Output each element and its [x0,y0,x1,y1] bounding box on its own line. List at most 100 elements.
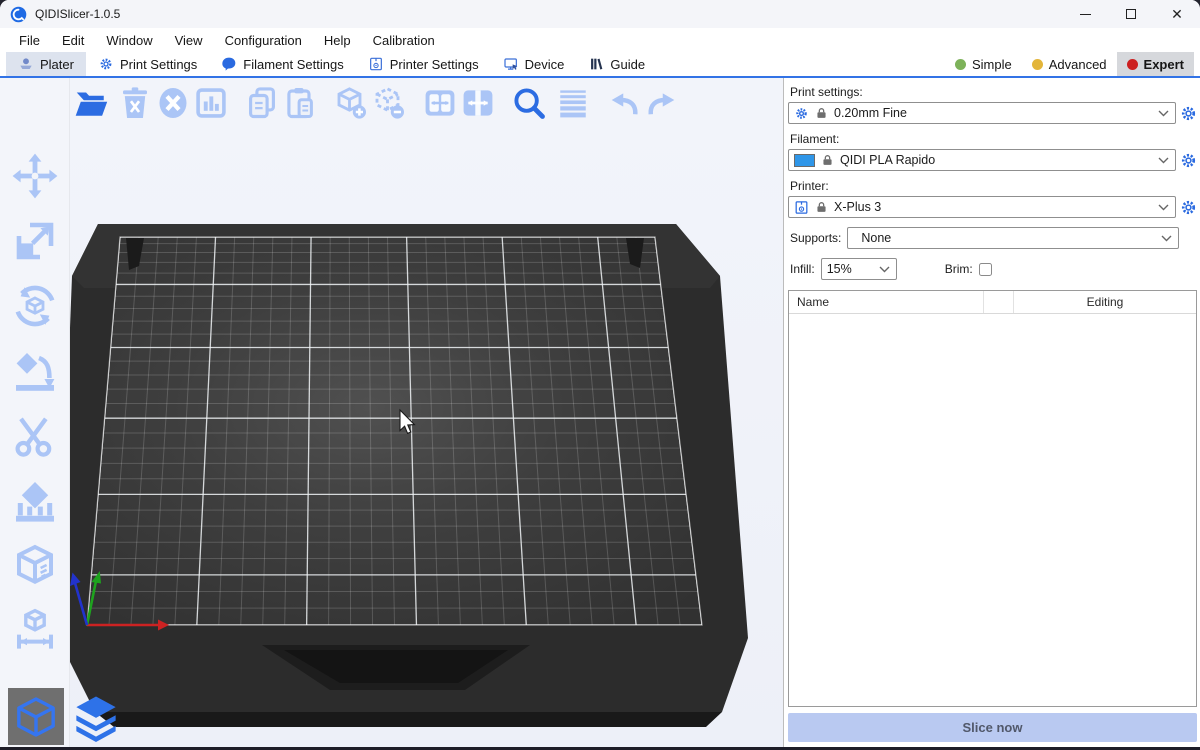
mode-label: Advanced [1049,57,1107,72]
tab-bar: Plater Print Settings Filament Settings … [0,52,1200,78]
redo-button[interactable] [643,84,681,122]
menu-file[interactable]: File [8,33,51,48]
mode-expert[interactable]: Expert [1117,52,1194,76]
tab-guide[interactable]: Guide [576,52,657,76]
column-extruder [984,291,1014,313]
object-list-body[interactable] [789,314,1196,706]
filament-combo[interactable]: QIDI PLA Rapido [788,149,1176,171]
app-window: QIDISlicer-1.0.5 ✕ File Edit Window View… [0,0,1200,750]
chevron-down-icon [1158,204,1169,211]
print-settings-label: Print settings: [790,85,1195,99]
object-list[interactable]: Name Editing [788,290,1197,707]
variable-layer-height-button[interactable] [554,84,592,122]
object-list-header: Name Editing [789,291,1196,314]
column-editing: Editing [1014,291,1196,313]
menu-configuration[interactable]: Configuration [214,33,313,48]
search-button[interactable] [510,84,548,122]
maximize-icon [1126,9,1136,19]
menu-view[interactable]: View [164,33,214,48]
seam-painting-tool-button[interactable] [9,542,61,590]
split-to-objects-icon [422,85,458,121]
paint-supports-tool-button[interactable] [9,477,61,525]
split-to-objects-button[interactable] [421,84,459,122]
printer-combo[interactable]: X-Plus 3 [788,196,1176,218]
tab-filament-settings[interactable]: Filament Settings [209,52,355,76]
slice-now-button[interactable]: Slice now [788,713,1197,742]
brim-checkbox[interactable] [979,263,992,276]
3d-view-cube-icon [12,693,60,741]
window-title: QIDISlicer-1.0.5 [35,7,120,21]
mode-simple[interactable]: Simple [945,52,1022,76]
measure-tool-button[interactable] [9,607,61,655]
3d-editor-view-button[interactable] [8,688,64,745]
maximize-button[interactable] [1108,0,1154,28]
undo-icon [606,85,642,121]
place-on-face-tool-button[interactable] [9,347,61,395]
edit-print-settings-gear-button[interactable] [1180,105,1197,122]
filament-icon [221,56,237,72]
preview-view-button[interactable] [68,688,124,745]
tool-sidebar [0,78,70,747]
place-on-face-icon [11,347,59,395]
edit-filament-gear-button[interactable] [1180,152,1197,169]
arrange-button[interactable] [192,84,230,122]
print-bed [70,78,783,750]
copy-button[interactable] [243,84,281,122]
undo-button[interactable] [605,84,643,122]
open-button[interactable] [72,84,110,122]
edit-printer-gear-button[interactable] [1180,199,1197,216]
mode-label: Simple [972,57,1012,72]
close-button[interactable]: ✕ [1154,0,1200,28]
brim-label: Brim: [945,262,973,276]
split-to-parts-button[interactable] [459,84,497,122]
infill-label: Infill: [790,262,815,276]
redo-icon [644,85,680,121]
printer-icon [368,56,384,72]
delete-all-icon [155,85,191,121]
tab-plater[interactable]: Plater [6,52,86,76]
remove-instance-button[interactable] [370,84,408,122]
remove-instance-icon [371,85,407,121]
scale-tool-button[interactable] [9,217,61,265]
infill-combo[interactable]: 15% [821,258,897,280]
paste-button[interactable] [281,84,319,122]
print-settings-combo[interactable]: 0.20mm Fine [788,102,1176,124]
lock-icon [821,153,834,167]
tab-label: Guide [610,57,645,72]
expert-mode-dot-icon [1127,59,1138,70]
tab-label: Print Settings [120,57,197,72]
tab-device[interactable]: Device [491,52,577,76]
supports-value: None [853,231,1155,245]
delete-button[interactable] [116,84,154,122]
minimize-button[interactable] [1062,0,1108,28]
menu-edit[interactable]: Edit [51,33,95,48]
menu-calibration[interactable]: Calibration [362,33,446,48]
mode-advanced[interactable]: Advanced [1022,52,1117,76]
settings-panel: Print settings: 0.20mm Fine [783,78,1200,747]
delete-all-button[interactable] [154,84,192,122]
supports-combo[interactable]: None [847,227,1179,249]
open-folder-icon [73,85,109,121]
bed-plate [87,237,702,625]
rotate-icon [11,282,59,330]
paint-supports-icon [11,477,59,525]
menu-help[interactable]: Help [313,33,362,48]
mode-label: Expert [1144,57,1184,72]
add-instance-button[interactable] [332,84,370,122]
title-bar: QIDISlicer-1.0.5 ✕ [0,0,1200,28]
app-logo-icon [10,6,27,23]
split-to-parts-icon [460,85,496,121]
close-icon: ✕ [1171,6,1183,23]
tab-print-settings[interactable]: Print Settings [86,52,209,76]
scale-icon [11,217,59,265]
tab-label: Plater [40,57,74,72]
move-tool-button[interactable] [9,152,61,200]
tab-printer-settings[interactable]: Printer Settings [356,52,491,76]
simple-mode-dot-icon [955,59,966,70]
3d-viewport[interactable] [70,78,783,747]
cut-tool-button[interactable] [9,412,61,460]
rotate-tool-button[interactable] [9,282,61,330]
arrange-icon [193,85,229,121]
minimize-icon [1080,14,1091,15]
menu-window[interactable]: Window [95,33,163,48]
